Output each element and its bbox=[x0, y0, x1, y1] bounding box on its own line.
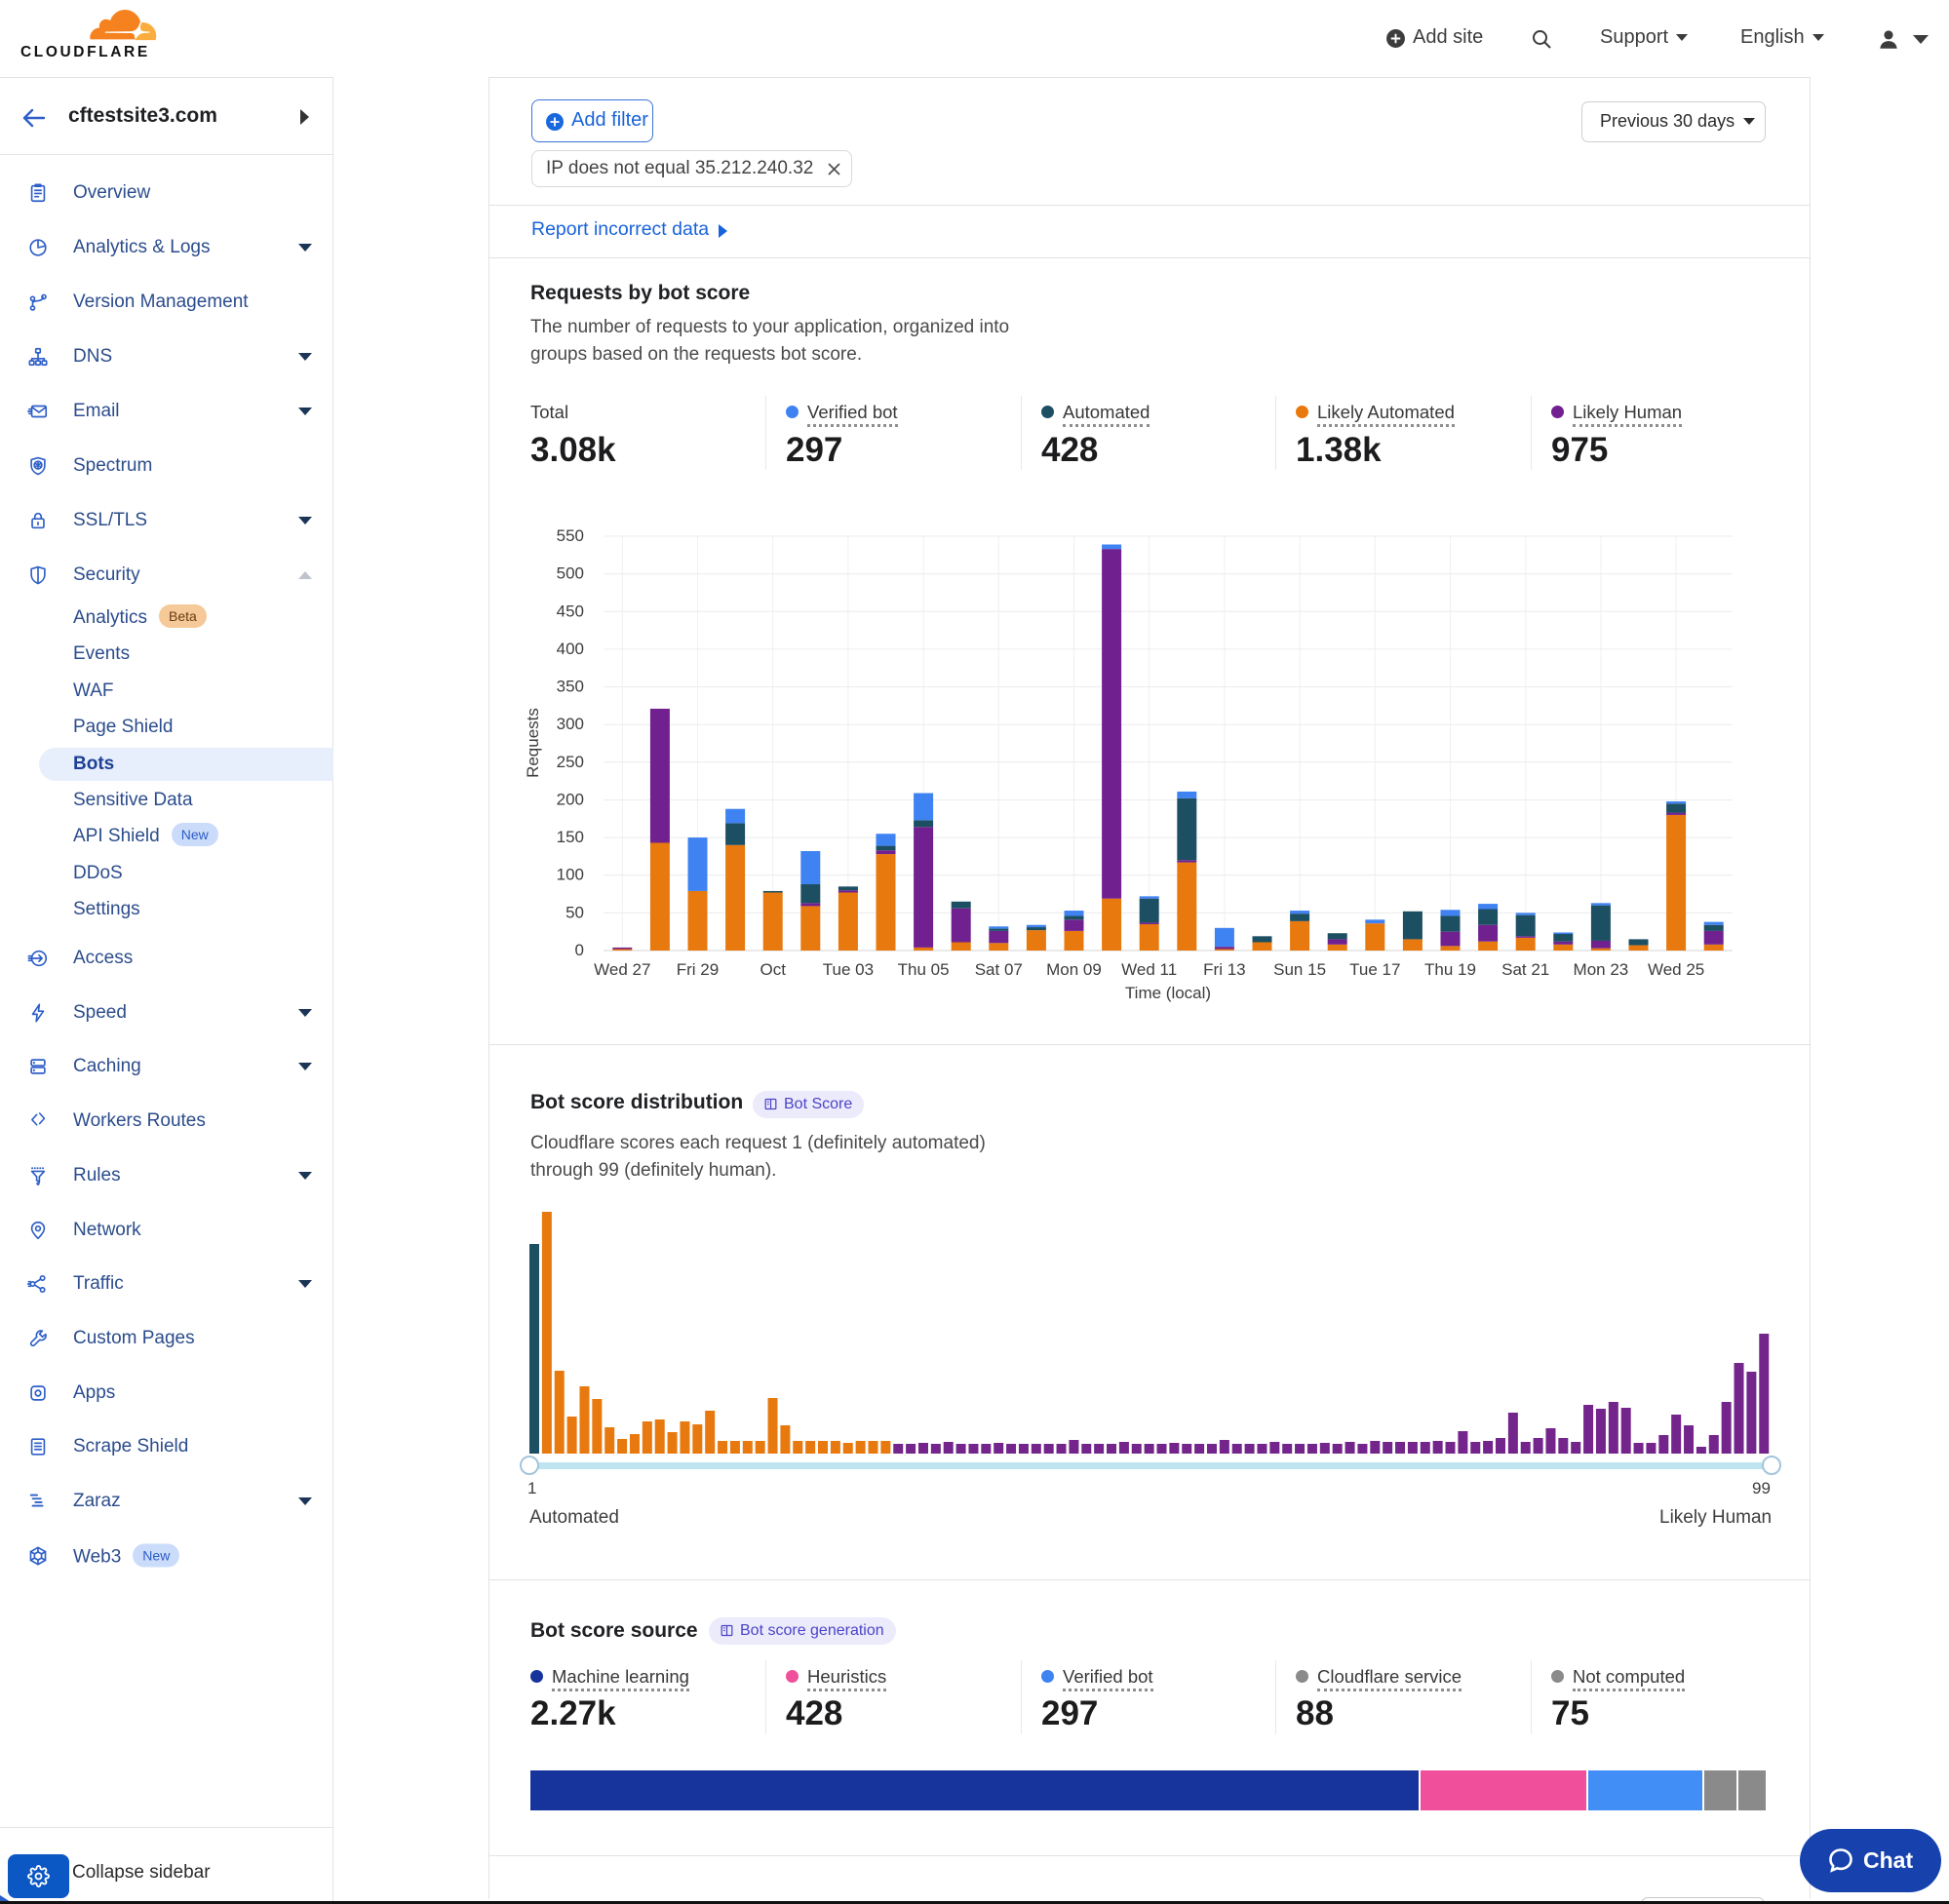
svg-text:0: 0 bbox=[575, 941, 584, 959]
svg-text:Wed 11: Wed 11 bbox=[1121, 960, 1177, 979]
svg-text:Sun 15: Sun 15 bbox=[1273, 960, 1326, 979]
svg-text:250: 250 bbox=[557, 753, 584, 771]
svg-text:500: 500 bbox=[557, 564, 584, 583]
svg-text:450: 450 bbox=[557, 602, 584, 620]
svg-text:Fri 29: Fri 29 bbox=[677, 960, 719, 979]
svg-text:Tue 03: Tue 03 bbox=[823, 960, 874, 979]
svg-text:100: 100 bbox=[557, 866, 584, 884]
svg-text:150: 150 bbox=[557, 828, 584, 846]
svg-text:Thu 05: Thu 05 bbox=[898, 960, 950, 979]
svg-text:Wed 25: Wed 25 bbox=[1648, 960, 1704, 979]
svg-text:Fri 13: Fri 13 bbox=[1203, 960, 1245, 979]
svg-text:300: 300 bbox=[557, 715, 584, 733]
svg-text:Mon 09: Mon 09 bbox=[1046, 960, 1102, 979]
svg-text:200: 200 bbox=[557, 791, 584, 809]
svg-text:Time (local): Time (local) bbox=[1125, 984, 1211, 1002]
svg-text:Requests: Requests bbox=[524, 708, 542, 778]
svg-text:Tue 17: Tue 17 bbox=[1349, 960, 1400, 979]
svg-text:Thu 19: Thu 19 bbox=[1424, 960, 1476, 979]
svg-text:Sat 21: Sat 21 bbox=[1501, 960, 1549, 979]
svg-text:350: 350 bbox=[557, 678, 584, 696]
svg-text:550: 550 bbox=[557, 526, 584, 545]
svg-text:50: 50 bbox=[565, 903, 584, 921]
svg-text:Sat 07: Sat 07 bbox=[975, 960, 1023, 979]
svg-text:Oct: Oct bbox=[760, 960, 786, 979]
svg-text:CLOUDFLARE: CLOUDFLARE bbox=[20, 44, 150, 60]
svg-text:Mon 23: Mon 23 bbox=[1574, 960, 1629, 979]
svg-text:400: 400 bbox=[557, 640, 584, 658]
svg-text:Wed 27: Wed 27 bbox=[594, 960, 650, 979]
